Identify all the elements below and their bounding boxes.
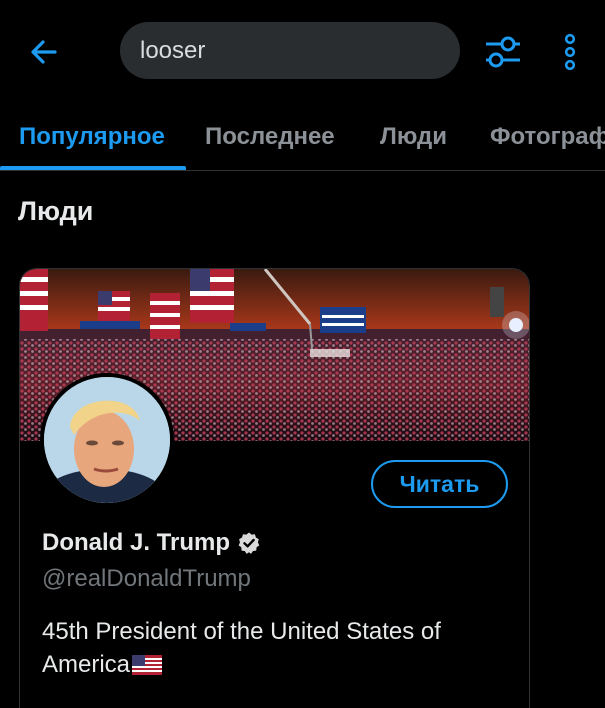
user-card[interactable]: Читать Donald J. Trump @realDonaldTrump … bbox=[19, 268, 530, 708]
search-input[interactable]: looser bbox=[120, 22, 460, 79]
search-query: looser bbox=[140, 36, 206, 64]
bio-text: 45th President of the United States of A… bbox=[42, 618, 441, 678]
verified-badge-icon bbox=[238, 532, 260, 554]
tab-photos[interactable]: Фотограф bbox=[490, 104, 605, 170]
section-title: Люди bbox=[18, 196, 94, 226]
us-flag-icon bbox=[132, 655, 163, 675]
avatar[interactable] bbox=[40, 373, 174, 507]
name-row: Donald J. Trump bbox=[42, 529, 261, 557]
display-name: Donald J. Trump bbox=[42, 529, 231, 556]
active-tab-indicator bbox=[0, 166, 186, 170]
more-options-button[interactable] bbox=[552, 30, 588, 74]
follow-button[interactable]: Читать bbox=[371, 460, 508, 508]
top-bar: looser bbox=[0, 0, 605, 100]
tab-latest[interactable]: Последнее bbox=[205, 104, 335, 170]
more-vertical-icon bbox=[564, 34, 576, 70]
user-bio: 45th President of the United States of A… bbox=[42, 615, 512, 681]
back-button[interactable] bbox=[22, 30, 66, 74]
user-handle: @realDonaldTrump bbox=[42, 565, 251, 592]
tab-popular[interactable]: Популярное bbox=[19, 104, 165, 170]
filter-button[interactable] bbox=[480, 30, 526, 74]
arrow-left-icon bbox=[31, 40, 57, 64]
search-tabs: Популярное Последнее Люди Фотограф bbox=[0, 104, 605, 171]
tab-people[interactable]: Люди bbox=[380, 104, 447, 170]
sliders-icon bbox=[486, 36, 520, 68]
